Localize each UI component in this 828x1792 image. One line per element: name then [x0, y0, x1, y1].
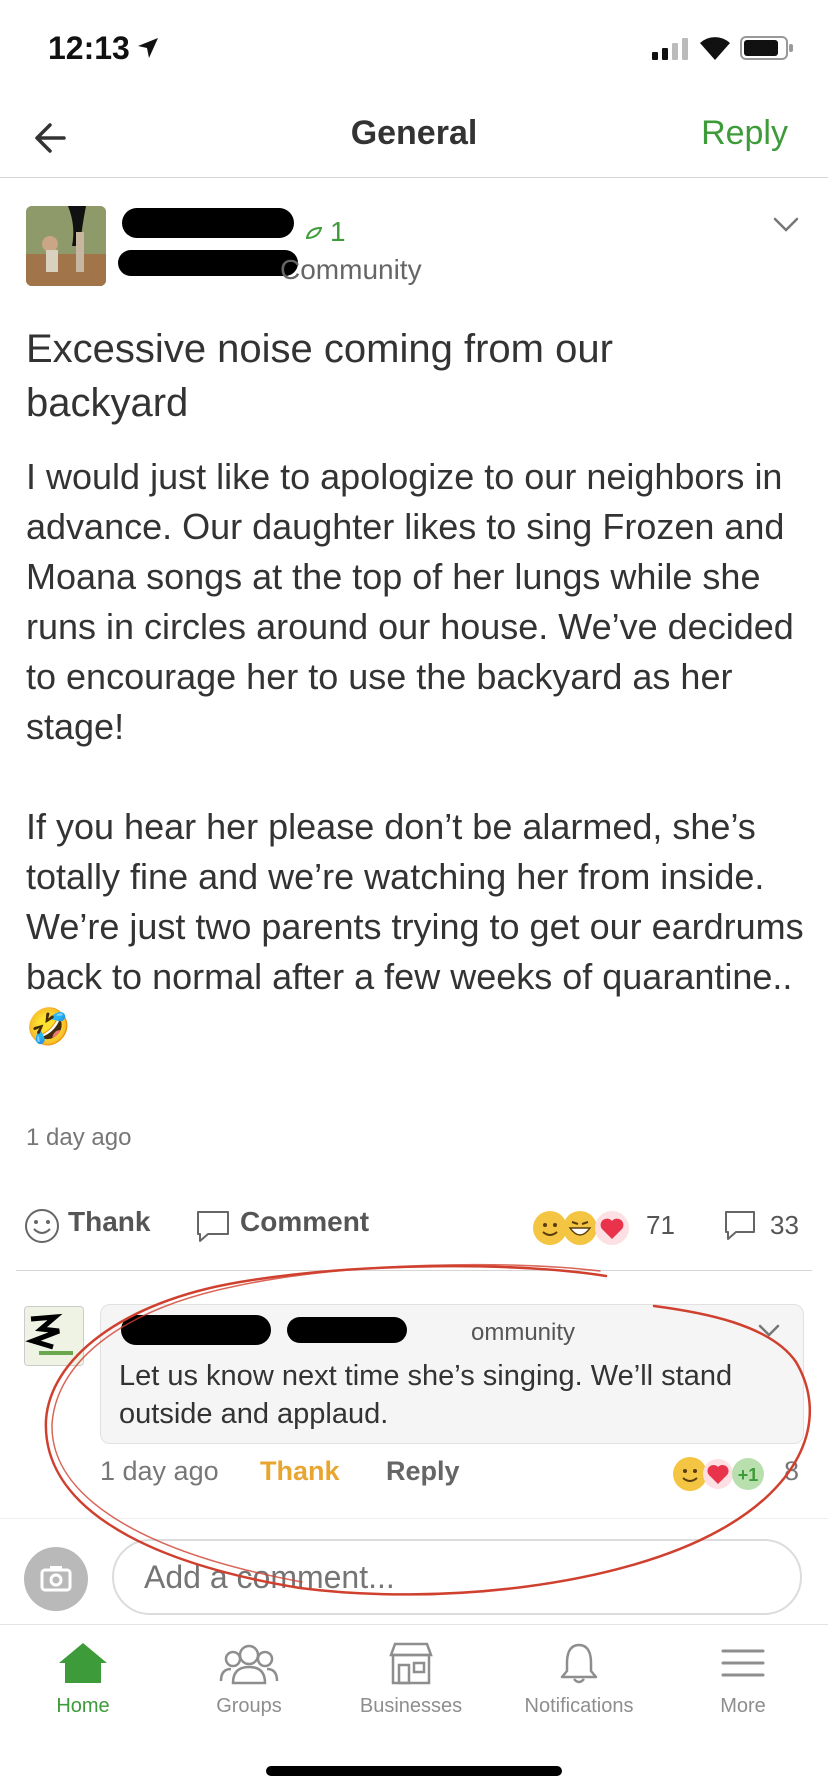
tab-notifications[interactable]: Notifications [504, 1641, 654, 1718]
chevron-down-icon[interactable] [772, 216, 800, 234]
home-indicator [266, 1766, 562, 1776]
redacted-author-name [122, 208, 294, 238]
thank-button[interactable]: Thank [68, 1206, 150, 1238]
battery-icon [740, 36, 793, 60]
cell-signal-icon [652, 38, 688, 60]
comment-button[interactable]: Comment [240, 1206, 369, 1238]
tab-more[interactable]: More [668, 1641, 818, 1718]
author-community: Community [280, 254, 422, 285]
comment-input[interactable] [112, 1539, 802, 1615]
post-title: Excessive noise coming from our backyard [26, 327, 613, 425]
comment-reaction-emojis-icon[interactable]: +1 [672, 1454, 768, 1494]
reaction-count[interactable]: 71 [646, 1210, 675, 1241]
reply-button[interactable]: Reply [701, 114, 788, 153]
comment-count-icon[interactable] [722, 1208, 758, 1242]
tab-notifications-label: Notifications [524, 1695, 634, 1717]
plus-one-badge: +1 [738, 1465, 759, 1485]
comment-reaction-count[interactable]: 8 [784, 1456, 799, 1487]
tab-home[interactable]: Home [8, 1641, 158, 1718]
comment-text: Let us know next time she’s singing. We’… [119, 1360, 733, 1430]
divider [16, 1270, 812, 1271]
redacted-commenter-name [121, 1315, 271, 1345]
tab-businesses[interactable]: Businesses [336, 1641, 486, 1718]
tab-home-label: Home [56, 1695, 110, 1717]
tab-businesses-label: Businesses [359, 1695, 463, 1717]
home-icon [59, 1643, 107, 1683]
bell-icon [560, 1643, 598, 1684]
wifi-icon [700, 37, 730, 60]
leaf-icon [306, 226, 322, 240]
camera-icon [40, 1566, 72, 1592]
location-arrow-icon [138, 38, 158, 58]
author-avatar[interactable] [26, 206, 106, 286]
redacted-commenter-neighborhood [287, 1317, 407, 1343]
comment-bubble: ommunity Let us know next time she’s sin… [100, 1304, 804, 1444]
nav-bar: General Reply [0, 100, 828, 178]
status-bar: 12:13 [0, 0, 828, 100]
status-time: 12:13 [48, 30, 130, 66]
post-actions: Thank Comment 71 33 [0, 1196, 828, 1256]
commenter-logo [25, 1307, 83, 1365]
businesses-icon [389, 1642, 433, 1685]
compose-bar [0, 1518, 828, 1624]
menu-icon [721, 1649, 765, 1677]
tab-more-label: More [720, 1695, 766, 1717]
comment-timestamp: 1 day ago [100, 1456, 219, 1486]
smiley-thank-icon[interactable] [24, 1208, 60, 1244]
groups-icon [219, 1644, 279, 1685]
commenter-community: ommunity [471, 1319, 576, 1346]
comment-icon[interactable] [194, 1208, 232, 1244]
post-timestamp: 1 day ago [26, 1124, 132, 1151]
post-body: I would just like to apologize to our ne… [26, 456, 804, 1047]
tab-groups[interactable]: Groups [174, 1641, 324, 1718]
reaction-emojis-icon[interactable] [532, 1208, 632, 1248]
camera-button[interactable] [24, 1547, 88, 1611]
tab-groups-label: Groups [216, 1695, 282, 1717]
comment-thank-button[interactable]: Thank [260, 1456, 340, 1487]
comment-count[interactable]: 33 [770, 1210, 799, 1241]
comment-chevron-down-icon[interactable] [757, 1323, 781, 1339]
author-badge-count: 1 [330, 216, 346, 247]
comment-reply-button[interactable]: Reply [386, 1456, 460, 1487]
avatar-photo [26, 206, 106, 286]
redacted-neighborhood [118, 250, 298, 276]
post-author: 1 Community [26, 206, 806, 290]
commenter-avatar[interactable] [24, 1306, 84, 1366]
